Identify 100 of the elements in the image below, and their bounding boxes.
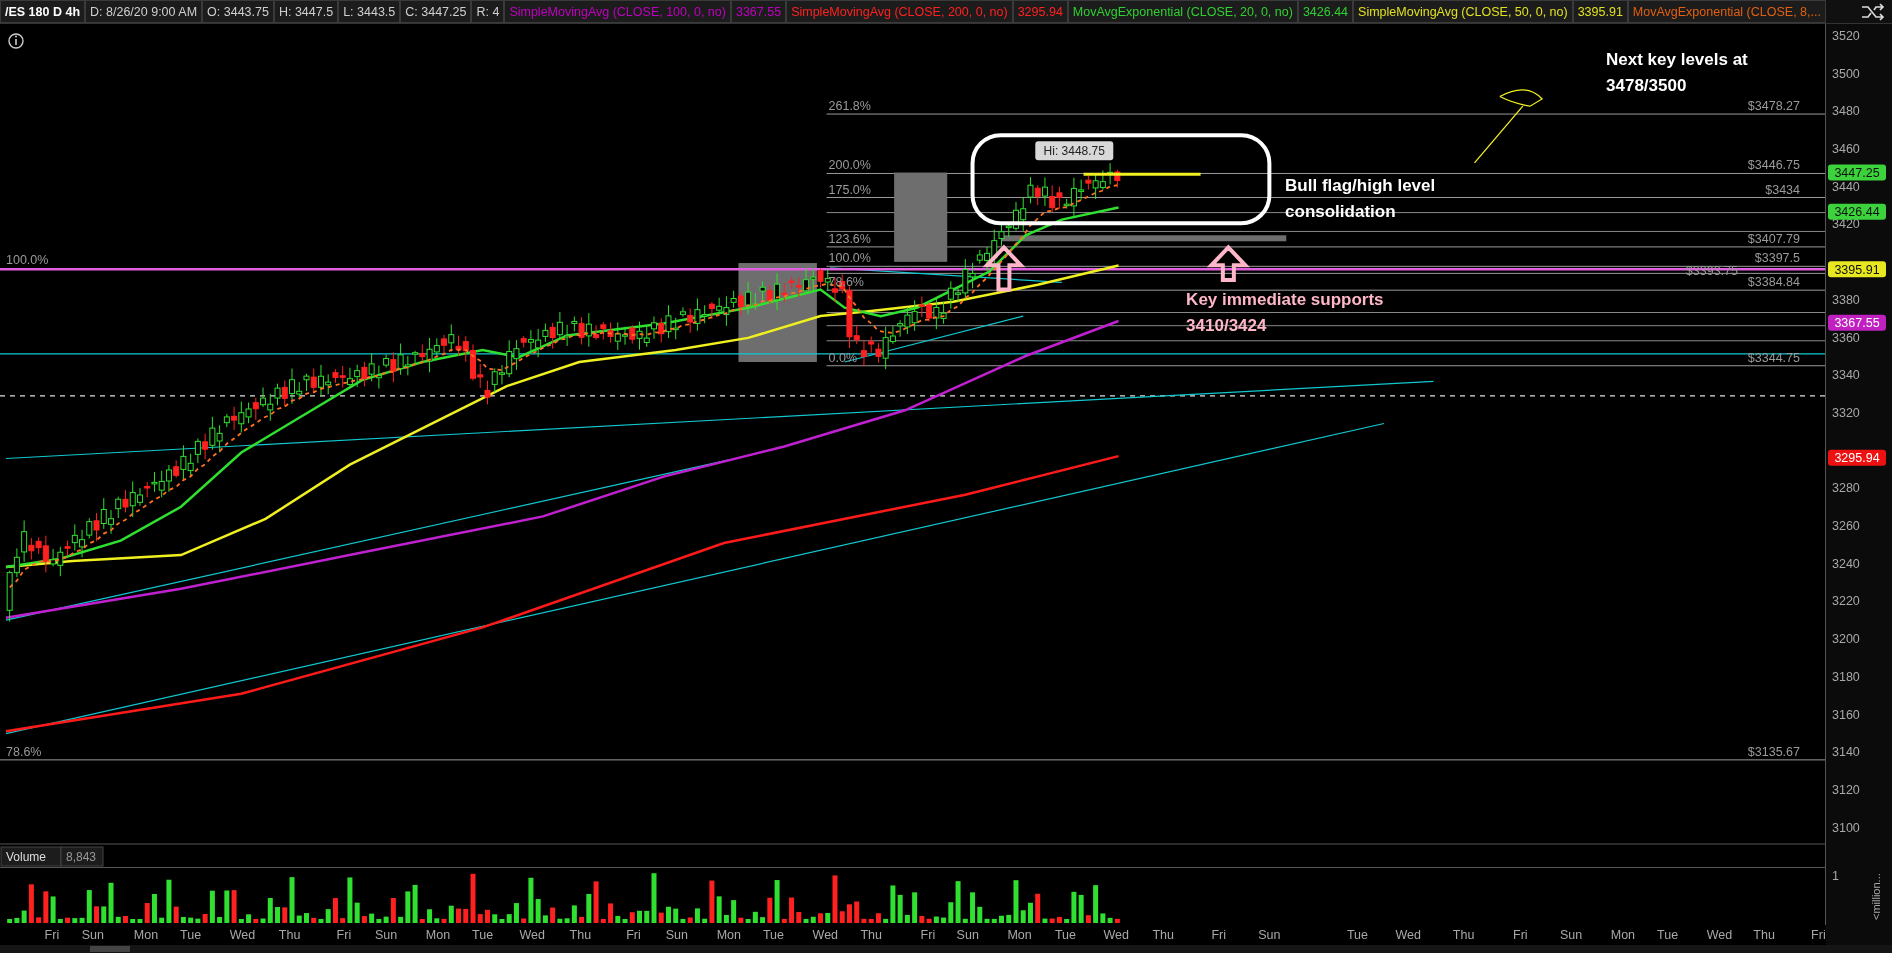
time-axis-label: Wed [1706, 928, 1733, 942]
time-axis-label: Sun [81, 928, 105, 942]
fibonacci-label: 175.0% [828, 182, 871, 197]
time-axis-label: Tue [472, 928, 494, 942]
high-price-tooltip: Hi: 3448.75 [1035, 141, 1114, 161]
time-axis-label: Wed [519, 928, 545, 942]
time-axis-label: Wed [1103, 928, 1129, 942]
time-axis-label: Sun [1559, 928, 1583, 942]
study-name[interactable]: SimpleMovingAvg (CLOSE, 50, 0, no) [1353, 0, 1573, 23]
study-value: 3295.94 [1012, 0, 1068, 23]
time-axis-label: Wed [229, 928, 256, 942]
time-axis-label: Fri [920, 928, 936, 942]
volume-label: Volume [0, 846, 62, 867]
time-axis-label: Thu [1753, 928, 1775, 942]
price-axis-label: 3520 [1832, 28, 1860, 43]
time-axis-label: Sun [375, 928, 398, 942]
quote-field: D: 8/26/20 9:00 AM [85, 0, 203, 23]
fibonacci-price: $3478.27 [1747, 99, 1800, 114]
fibonacci-label: 100.0% [828, 251, 871, 266]
quote-field: H: 3447.5 [273, 0, 339, 23]
price-axis-label: 3120 [1832, 782, 1860, 797]
fibonacci-label: 261.8% [828, 99, 871, 114]
time-axis-label: Fri [44, 928, 60, 942]
quote-field: O: 3443.75 [202, 0, 274, 23]
time-axis-label: Fri [626, 928, 641, 942]
time-axis-label: Tue [180, 928, 202, 942]
price-axis-label: 3140 [1832, 745, 1860, 760]
price-axis-label: 3440 [1832, 179, 1860, 194]
price-axis-label: 3100 [1832, 820, 1860, 835]
time-axis-label: Sun [1258, 928, 1281, 942]
time-axis-label: Wed [812, 928, 839, 942]
time-axis-label: Mon [425, 928, 451, 942]
study-value: 3367.55 [730, 0, 787, 23]
study-name[interactable]: SimpleMovingAvg (CLOSE, 200, 0, no) [786, 0, 1013, 23]
time-axis-label: Wed [1395, 928, 1421, 942]
fibonacci-label: 78.6% [6, 744, 42, 759]
time-axis-label: Tue [1657, 928, 1679, 942]
volume-axis-label: 1 [1832, 869, 1839, 883]
price-axis-label: 3380 [1832, 292, 1860, 307]
study-name[interactable]: MovAvgExponential (CLOSE, 8,... [1627, 0, 1826, 23]
info-icon[interactable] [8, 33, 24, 49]
time-axis-label: Fri [1811, 928, 1826, 942]
fibonacci-price: $3397.5 [1754, 251, 1800, 266]
time-axis-label: Fri [1211, 928, 1226, 942]
price-axis-label: 3180 [1832, 669, 1860, 684]
chart-annotation: Key immediate supports 3410/3424 [1186, 290, 1384, 336]
price-axis-label: 3240 [1832, 556, 1860, 571]
price-axis-label: 3160 [1832, 707, 1860, 722]
study-name[interactable]: MovAvgExponential (CLOSE, 20, 0, no) [1067, 0, 1298, 23]
up-arrow-icon [1206, 244, 1250, 282]
time-axis-label: Sun [956, 928, 979, 942]
price-axis-label: 3260 [1832, 519, 1860, 533]
price-axis-label: 3320 [1832, 405, 1860, 420]
time-axis-label: Sun [665, 928, 689, 942]
time-axis-label: Mon [1007, 928, 1032, 942]
fibonacci-price: $3344.75 [1747, 350, 1800, 365]
chart-annotation: Bull flag/high level consolidation [1285, 175, 1436, 221]
time-axis-label: Tue [762, 928, 784, 942]
time-axis-label: Mon [716, 928, 741, 942]
time-axis-label: Fri [1513, 928, 1528, 942]
price-axis-label: 3500 [1832, 66, 1860, 81]
time-axis-label: Thu [1152, 928, 1174, 942]
price-axis-label: 3220 [1832, 594, 1860, 609]
time-axis-label: Mon [133, 928, 159, 942]
fibonacci-price: $3393.75 [1685, 263, 1738, 278]
time-axis-label: Tue [1054, 928, 1076, 942]
price-axis-label: 3360 [1832, 330, 1860, 345]
time-axis-label: Fri [336, 928, 352, 942]
symbol-label[interactable]: /ES 180 D 4h [0, 0, 86, 23]
fibonacci-price: $3434 [1765, 182, 1800, 197]
price-axis-label: 3460 [1832, 142, 1860, 156]
fibonacci-price: $3135.67 [1747, 744, 1800, 759]
time-axis-label: Mon [1610, 928, 1636, 942]
study-value: 3395.91 [1572, 0, 1628, 23]
price-axis-label: 3200 [1832, 632, 1860, 647]
price-axis-label: 3340 [1832, 368, 1860, 383]
time-axis-label: Thu [569, 928, 592, 942]
price-axis-label: 3420 [1832, 217, 1860, 232]
fibonacci-price: $3446.75 [1747, 158, 1800, 173]
quote-field: R: 4 [471, 0, 505, 23]
study-value: 3426.44 [1297, 0, 1354, 23]
horizontal-scrollbar[interactable] [0, 945, 1892, 953]
volume-value: 8,843 [60, 846, 104, 867]
fibonacci-label: 123.6% [828, 231, 871, 246]
volume-unit-label: <million... [1870, 873, 1882, 920]
time-axis-label: Thu [278, 928, 301, 942]
time-axis-label: Tue [1346, 928, 1368, 942]
fibonacci-price: $3384.84 [1747, 275, 1800, 290]
fibonacci-label: 100.0% [6, 253, 49, 268]
quote-field: L: 3443.5 [338, 0, 401, 23]
fibonacci-label: 0.0% [828, 350, 858, 365]
up-arrow-icon [982, 244, 1026, 292]
time-axis-label: Thu [1452, 928, 1475, 942]
price-axis-label: 3480 [1832, 104, 1860, 119]
quote-field: C: 3447.25 [400, 0, 472, 23]
price-axis-label: 3280 [1832, 481, 1860, 496]
chart-annotation: Next key levels at 3478/3500 [1606, 50, 1748, 96]
fibonacci-label: 200.0% [828, 158, 871, 173]
time-axis-label: Thu [860, 928, 882, 942]
fibonacci-price: $3407.79 [1747, 231, 1800, 246]
